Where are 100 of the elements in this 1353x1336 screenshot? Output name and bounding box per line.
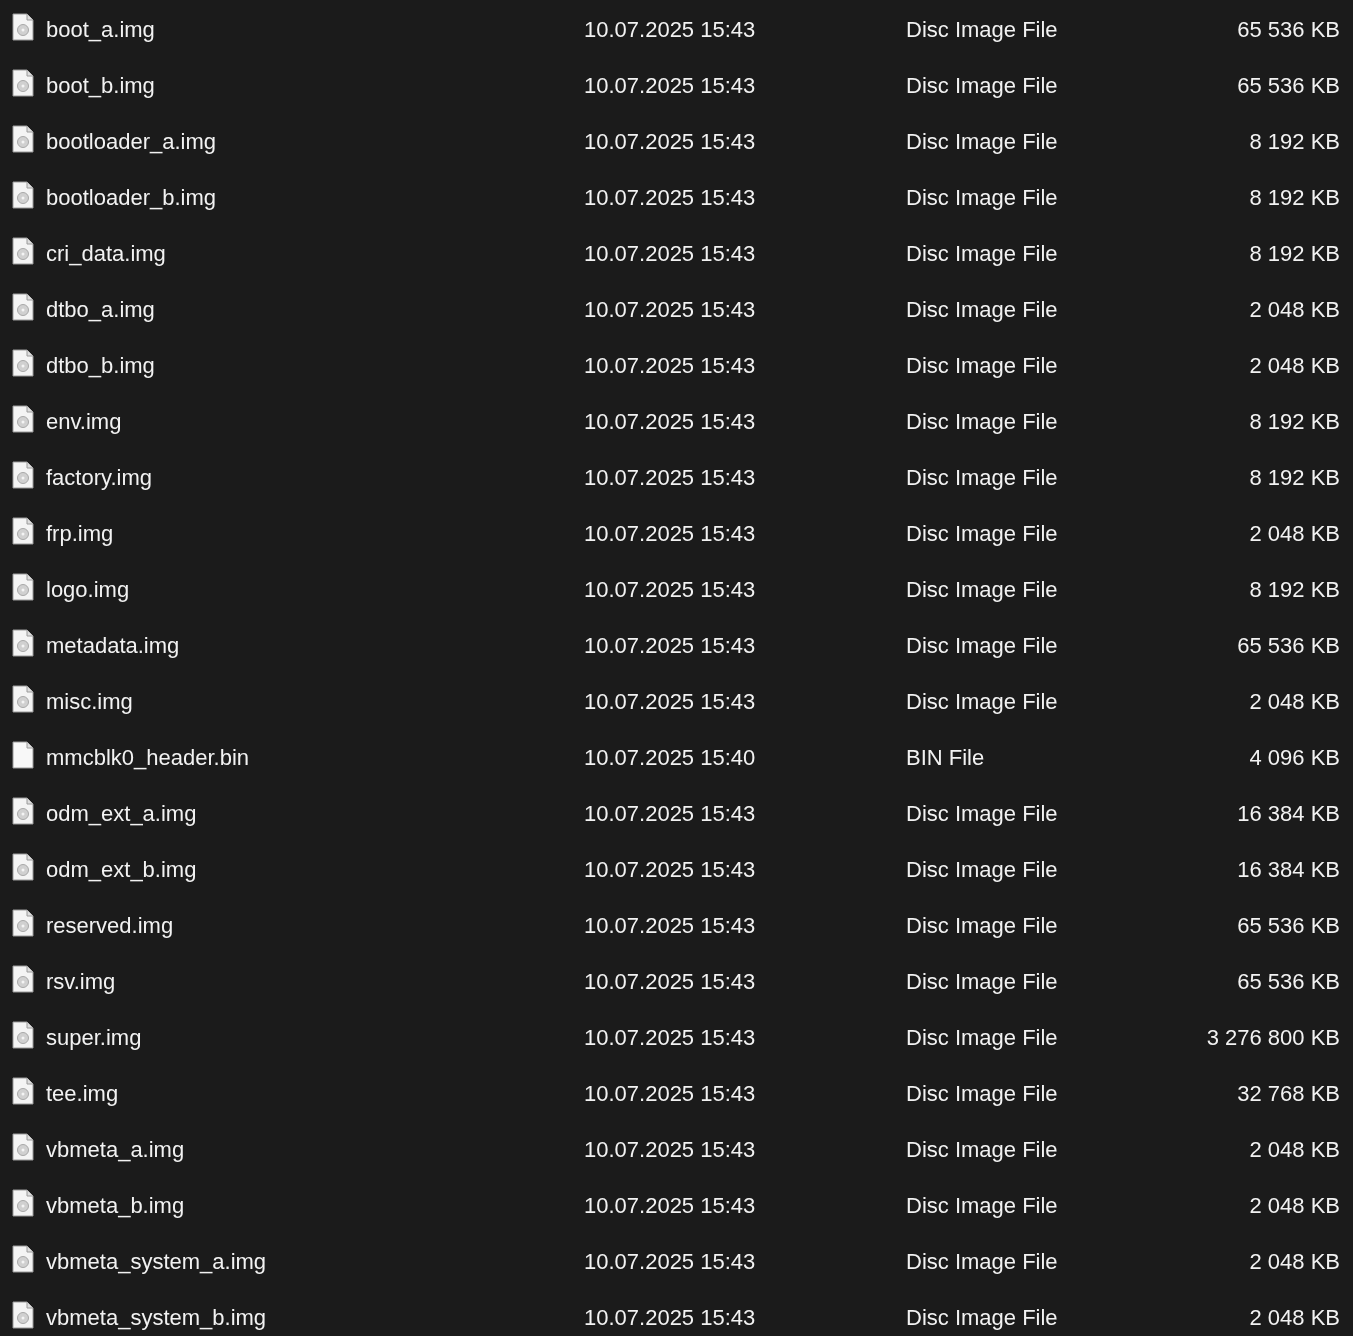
modified-date: 10.07.2025 15:40 xyxy=(584,745,757,771)
modified-date: 10.07.2025 15:43 xyxy=(584,521,757,547)
file-size: 65 536 KB xyxy=(1237,633,1340,659)
disc-file-icon xyxy=(12,1301,34,1329)
file-size: 65 536 KB xyxy=(1237,969,1340,995)
file-size: 32 768 KB xyxy=(1237,1081,1340,1107)
file-type: Disc Image File xyxy=(906,465,1058,491)
file-type: Disc Image File xyxy=(906,185,1058,211)
file-size: 8 192 KB xyxy=(1249,465,1340,491)
file-name[interactable]: factory.img xyxy=(46,465,584,491)
file-size: 2 048 KB xyxy=(1249,297,1340,323)
file-type: Disc Image File xyxy=(906,913,1058,939)
file-name[interactable]: rsv.img xyxy=(46,969,584,995)
modified-date: 10.07.2025 15:43 xyxy=(584,73,757,99)
disc-file-icon xyxy=(12,685,34,713)
file-name[interactable]: super.img xyxy=(46,1025,584,1051)
disc-file-icon xyxy=(12,349,34,377)
file-size: 65 536 KB xyxy=(1237,73,1340,99)
disc-file-icon xyxy=(12,181,34,209)
modified-date: 10.07.2025 15:43 xyxy=(584,801,757,827)
file-name[interactable]: vbmeta_a.img xyxy=(46,1137,584,1163)
file-name[interactable]: dtbo_a.img xyxy=(46,297,584,323)
modified-date: 10.07.2025 15:43 xyxy=(584,577,757,603)
file-type: Disc Image File xyxy=(906,969,1058,995)
disc-file-icon xyxy=(12,965,34,993)
modified-date: 10.07.2025 15:43 xyxy=(584,1249,757,1275)
file-name[interactable]: logo.img xyxy=(46,577,584,603)
modified-date: 10.07.2025 15:43 xyxy=(584,689,757,715)
modified-date: 10.07.2025 15:43 xyxy=(584,1025,757,1051)
file-name[interactable]: odm_ext_b.img xyxy=(46,857,584,883)
disc-file-icon xyxy=(12,853,34,881)
disc-file-icon xyxy=(12,293,34,321)
file-name[interactable]: tee.img xyxy=(46,1081,584,1107)
file-size: 16 384 KB xyxy=(1237,801,1340,827)
modified-date: 10.07.2025 15:43 xyxy=(584,1193,757,1219)
file-size: 2 048 KB xyxy=(1249,353,1340,379)
disc-file-icon xyxy=(12,405,34,433)
modified-date: 10.07.2025 15:43 xyxy=(584,857,757,883)
file-size: 2 048 KB xyxy=(1249,1305,1340,1331)
modified-date: 10.07.2025 15:43 xyxy=(584,353,757,379)
modified-date: 10.07.2025 15:43 xyxy=(584,129,757,155)
file-type: Disc Image File xyxy=(906,1025,1058,1051)
modified-date: 10.07.2025 15:43 xyxy=(584,17,757,43)
file-name[interactable]: metadata.img xyxy=(46,633,584,659)
file-type: Disc Image File xyxy=(906,1081,1058,1107)
file-name[interactable]: env.img xyxy=(46,409,584,435)
file-name[interactable]: dtbo_b.img xyxy=(46,353,584,379)
file-type: Disc Image File xyxy=(906,1305,1058,1331)
modified-date: 10.07.2025 15:43 xyxy=(584,633,757,659)
disc-file-icon xyxy=(12,1245,34,1273)
file-name[interactable]: boot_a.img xyxy=(46,17,584,43)
file-size: 65 536 KB xyxy=(1237,17,1340,43)
file-size: 8 192 KB xyxy=(1249,185,1340,211)
modified-date: 10.07.2025 15:43 xyxy=(584,241,757,267)
file-type: Disc Image File xyxy=(906,73,1058,99)
file-name[interactable]: vbmeta_system_a.img xyxy=(46,1249,584,1275)
modified-date: 10.07.2025 15:43 xyxy=(584,185,757,211)
disc-file-icon xyxy=(12,573,34,601)
disc-file-icon xyxy=(12,237,34,265)
file-size: 2 048 KB xyxy=(1249,1137,1340,1163)
file-type: Disc Image File xyxy=(906,17,1058,43)
file-type: Disc Image File xyxy=(906,129,1058,155)
modified-date: 10.07.2025 15:43 xyxy=(584,913,757,939)
file-name[interactable]: misc.img xyxy=(46,689,584,715)
disc-file-icon xyxy=(12,517,34,545)
file-size: 2 048 KB xyxy=(1249,689,1340,715)
modified-date: 10.07.2025 15:43 xyxy=(584,1081,757,1107)
file-size: 2 048 KB xyxy=(1249,1193,1340,1219)
modified-date: 10.07.2025 15:43 xyxy=(584,465,757,491)
disc-file-icon xyxy=(12,125,34,153)
disc-file-icon xyxy=(12,1189,34,1217)
file-size: 8 192 KB xyxy=(1249,409,1340,435)
file-name[interactable]: bootloader_b.img xyxy=(46,185,584,211)
file-size: 3 276 800 KB xyxy=(1206,1025,1340,1051)
file-size: 16 384 KB xyxy=(1237,857,1340,883)
disc-file-icon xyxy=(12,629,34,657)
file-size: 4 096 KB xyxy=(1249,745,1340,771)
disc-file-icon xyxy=(12,797,34,825)
file-name[interactable]: vbmeta_system_b.img xyxy=(46,1305,584,1331)
disc-file-icon xyxy=(12,1077,34,1105)
file-type: Disc Image File xyxy=(906,1193,1058,1219)
file-type: BIN File xyxy=(906,745,985,771)
disc-file-icon xyxy=(12,1133,34,1161)
file-name[interactable]: boot_b.img xyxy=(46,73,584,99)
disc-file-icon xyxy=(12,909,34,937)
modified-date: 10.07.2025 15:43 xyxy=(584,969,757,995)
modified-date: 10.07.2025 15:43 xyxy=(584,409,757,435)
blank-file-icon xyxy=(12,741,34,769)
file-type: Disc Image File xyxy=(906,689,1058,715)
file-size: 8 192 KB xyxy=(1249,577,1340,603)
file-size: 8 192 KB xyxy=(1249,129,1340,155)
file-type: Disc Image File xyxy=(906,241,1058,267)
file-name[interactable]: vbmeta_b.img xyxy=(46,1193,584,1219)
file-name[interactable]: odm_ext_a.img xyxy=(46,801,584,827)
file-type: Disc Image File xyxy=(906,409,1058,435)
file-name[interactable]: frp.img xyxy=(46,521,584,547)
file-name[interactable]: reserved.img xyxy=(46,913,584,939)
file-name[interactable]: bootloader_a.img xyxy=(46,129,584,155)
file-name[interactable]: mmcblk0_header.bin xyxy=(46,745,584,771)
file-name[interactable]: cri_data.img xyxy=(46,241,584,267)
